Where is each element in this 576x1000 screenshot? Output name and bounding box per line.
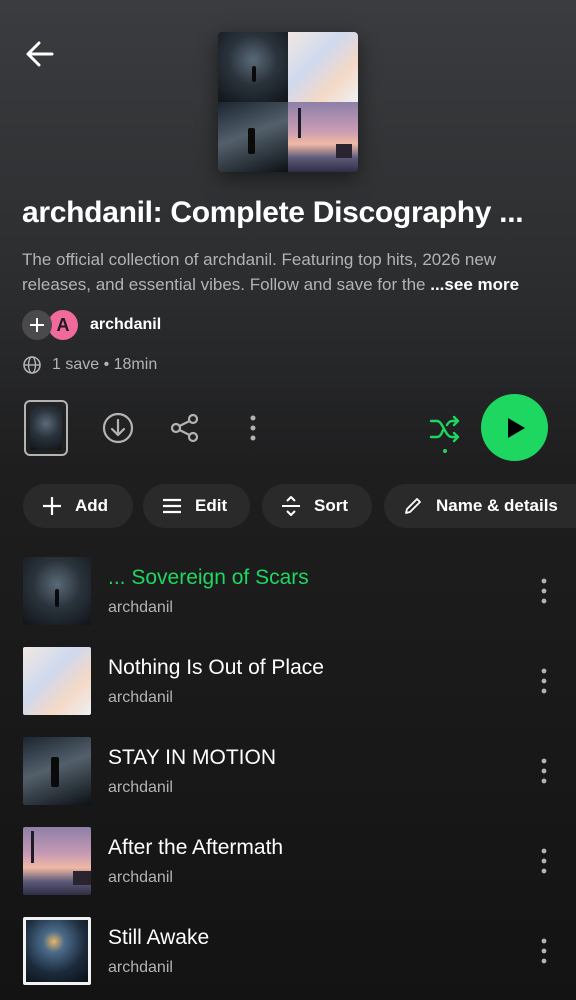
share-icon	[170, 413, 199, 443]
edit-chip-label: Edit	[195, 496, 228, 515]
track-title: After the Aftermath	[108, 836, 284, 859]
cover-tile-2	[288, 32, 358, 102]
globe-icon	[23, 356, 41, 374]
pencil-icon	[405, 498, 421, 514]
track-row[interactable]: After the Aftermath archdanil	[23, 827, 563, 895]
track-artwork	[23, 737, 91, 805]
shuffle-button[interactable]	[426, 408, 464, 456]
play-icon	[507, 417, 525, 438]
cover-tile-1	[218, 32, 288, 102]
cover-tile-3	[218, 102, 288, 172]
shuffle-icon	[429, 415, 460, 443]
add-chip-label: Add	[75, 496, 109, 515]
sort-chip-label: Sort	[314, 496, 348, 515]
add-chip[interactable]: Add	[23, 484, 133, 528]
track-more-button[interactable]	[529, 571, 559, 611]
track-more-button[interactable]	[529, 841, 559, 881]
sort-chip[interactable]: Sort	[262, 484, 372, 528]
track-artwork	[23, 557, 91, 625]
track-more-button[interactable]	[529, 661, 559, 701]
name-details-chip-label: Name & details	[436, 496, 558, 515]
track-row[interactable]: Nothing Is Out of Place archdanil	[23, 647, 563, 715]
download-icon	[102, 412, 134, 444]
track-artwork	[23, 917, 91, 985]
more-vertical-icon	[541, 668, 547, 694]
playlist-thumbnail-button[interactable]	[24, 400, 68, 456]
more-options-button[interactable]	[235, 410, 271, 446]
cover-tile-4	[288, 102, 358, 172]
play-button[interactable]	[481, 394, 548, 461]
track-row[interactable]: ... Sovereign of Scars archdanil	[23, 557, 563, 625]
owner-row: A archdanil	[22, 309, 161, 341]
share-button[interactable]	[167, 410, 203, 446]
more-vertical-icon	[541, 578, 547, 604]
track-title: STAY IN MOTION	[108, 746, 277, 769]
avatar[interactable]: A	[48, 310, 78, 340]
see-more-link[interactable]: ...see more	[430, 275, 519, 294]
more-vertical-icon	[541, 848, 547, 874]
track-artist: archdanil	[108, 959, 173, 976]
menu-icon	[163, 498, 181, 514]
more-vertical-icon	[250, 415, 256, 441]
arrow-left-icon	[26, 41, 54, 67]
track-more-button[interactable]	[529, 931, 559, 971]
track-artwork	[23, 647, 91, 715]
track-title: Nothing Is Out of Place	[108, 656, 324, 679]
more-vertical-icon	[541, 938, 547, 964]
track-artist: archdanil	[108, 689, 173, 706]
playlist-description: The official collection of archdanil. Fe…	[22, 247, 562, 297]
add-collaborator-button[interactable]	[22, 310, 52, 340]
track-artwork	[23, 827, 91, 895]
playlist-title: archdanil: Complete Discography ...	[22, 196, 524, 229]
plus-icon	[30, 318, 44, 332]
track-artist: archdanil	[108, 599, 173, 616]
plus-icon	[43, 497, 61, 515]
track-row[interactable]: STAY IN MOTION archdanil	[23, 737, 563, 805]
back-button[interactable]	[22, 36, 58, 72]
track-more-button[interactable]	[529, 751, 559, 791]
more-vertical-icon	[541, 758, 547, 784]
track-artist: archdanil	[108, 869, 173, 886]
track-title: Still Awake	[108, 926, 210, 949]
edit-chip[interactable]: Edit	[143, 484, 250, 528]
track-title: ... Sovereign of Scars	[108, 566, 309, 589]
description-text: The official collection of archdanil. Fe…	[22, 250, 497, 294]
playlist-cover	[218, 32, 358, 172]
owner-name[interactable]: archdanil	[90, 316, 161, 334]
meta-text: 1 save • 18min	[52, 356, 158, 373]
name-details-chip[interactable]: Name & details	[384, 484, 576, 528]
track-artist: archdanil	[108, 779, 173, 796]
track-row[interactable]: Still Awake archdanil	[23, 917, 563, 985]
download-button[interactable]	[100, 410, 136, 446]
playlist-meta: 1 save • 18min	[22, 353, 157, 377]
sort-icon	[282, 496, 300, 516]
